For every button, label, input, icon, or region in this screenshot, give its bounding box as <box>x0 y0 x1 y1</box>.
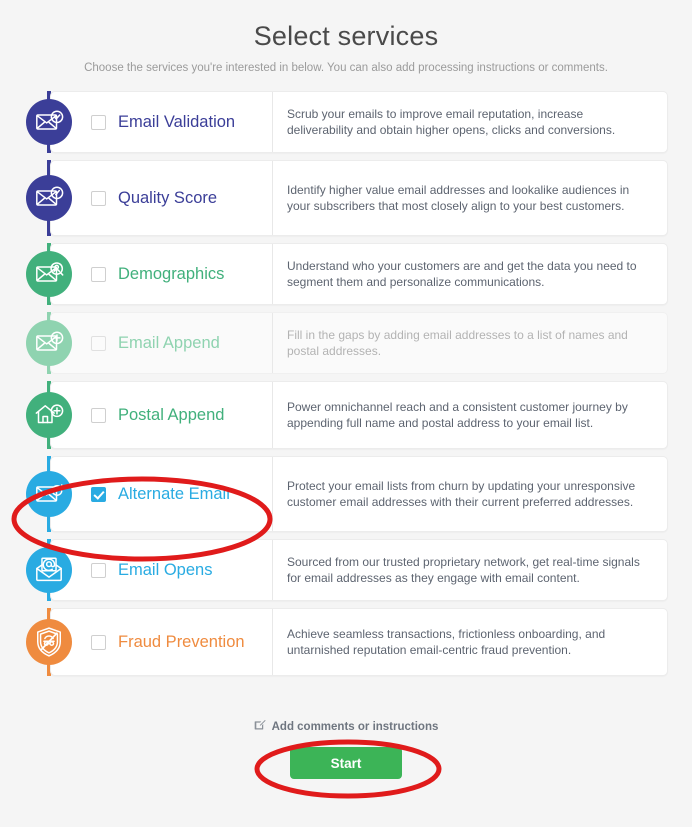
service-label-cell: Postal Append <box>51 382 273 448</box>
service-label-cell: Email Opens <box>51 540 273 600</box>
service-checkbox[interactable] <box>91 266 106 282</box>
service-checkbox[interactable] <box>91 114 106 130</box>
service-row[interactable]: Demographics Understand who your customer… <box>0 243 692 305</box>
service-checkbox[interactable] <box>91 407 106 423</box>
service-label-cell: Email Append <box>51 313 273 373</box>
service-card[interactable]: Fraud Prevention Achieve seamless transac… <box>50 608 668 676</box>
service-checkbox[interactable] <box>91 190 106 206</box>
house-plus-icon <box>26 392 72 438</box>
service-row[interactable]: Fraud Prevention Achieve seamless transac… <box>0 608 692 676</box>
service-name: Quality Score <box>118 188 218 207</box>
service-description: Fill in the gaps by adding email address… <box>287 327 628 359</box>
service-name: Demographics <box>118 264 225 283</box>
service-checkbox[interactable] <box>91 335 106 351</box>
service-description: Understand who your customers are and ge… <box>287 258 637 290</box>
page-subtitle: Choose the services you're interested in… <box>84 62 608 74</box>
service-card[interactable]: Quality Score Identify higher value email… <box>50 160 668 236</box>
service-row[interactable]: Email Opens Sourced from our trusted prop… <box>0 539 692 601</box>
service-row[interactable]: Postal Append Power omnichannel reach and… <box>0 381 692 449</box>
service-description: Sourced from our trusted proprietary net… <box>287 554 640 586</box>
service-card[interactable]: Email Opens Sourced from our trusted prop… <box>50 539 668 601</box>
add-comments-link[interactable]: Add comments or instructions <box>254 719 439 734</box>
open-envelope-at-icon <box>26 547 72 593</box>
select-services-page: Select services Choose the services you'… <box>0 0 692 827</box>
service-card[interactable]: Postal Append Power omnichannel reach and… <box>50 381 668 449</box>
start-button-wrap: Start <box>0 747 692 779</box>
service-description: Scrub your emails to improve email reput… <box>287 106 616 138</box>
service-description: Identify higher value email addresses an… <box>287 182 630 214</box>
service-name: Email Opens <box>118 560 213 579</box>
page-footer: Add comments or instructions Start <box>0 718 692 779</box>
service-label-cell: Fraud Prevention <box>51 609 273 675</box>
service-label-cell: Alternate Email <box>51 457 273 531</box>
service-name: Fraud Prevention <box>118 632 245 651</box>
envelope-person-search-icon <box>26 251 72 297</box>
service-row[interactable]: Email Validation Scrub your emails to imp… <box>0 91 692 153</box>
service-label-cell: Quality Score <box>51 161 273 235</box>
service-description: Power omnichannel reach and a consistent… <box>287 399 628 431</box>
service-description: Protect your email lists from churn by u… <box>287 478 636 510</box>
envelope-gauge-icon <box>26 175 72 221</box>
shield-no-fraud-icon <box>26 619 72 665</box>
services-list: Email Validation Scrub your emails to imp… <box>0 91 692 676</box>
service-name: Alternate Email <box>118 484 230 503</box>
service-checkbox[interactable] <box>91 486 106 502</box>
service-card[interactable]: Email Append Fill in the gaps by adding e… <box>50 312 668 374</box>
page-header: Select services Choose the services you'… <box>0 0 692 76</box>
service-name: Email Append <box>118 333 220 352</box>
page-title: Select services <box>253 21 439 51</box>
service-description: Achieve seamless transactions, frictionl… <box>287 626 606 658</box>
envelope-refresh-icon <box>26 471 72 517</box>
service-row[interactable]: Alternate Email Protect your email lists … <box>0 456 692 532</box>
service-card[interactable]: Demographics Understand who your customer… <box>50 243 668 305</box>
service-card[interactable]: Alternate Email Protect your email lists … <box>50 456 668 532</box>
start-button[interactable]: Start <box>290 747 402 779</box>
service-card[interactable]: Email Validation Scrub your emails to imp… <box>50 91 668 153</box>
envelope-plus-icon <box>26 320 72 366</box>
service-name: Email Validation <box>118 112 236 131</box>
edit-pencil-icon <box>254 719 266 734</box>
service-checkbox[interactable] <box>91 562 106 578</box>
envelope-check-icon <box>26 99 72 145</box>
service-label-cell: Email Validation <box>51 92 273 152</box>
service-label-cell: Demographics <box>51 244 273 304</box>
service-row[interactable]: Quality Score Identify higher value email… <box>0 160 692 236</box>
service-name: Postal Append <box>118 405 225 424</box>
service-checkbox[interactable] <box>91 634 106 650</box>
service-row[interactable]: Email Append Fill in the gaps by adding e… <box>0 312 692 374</box>
add-comments-label: Add comments or instructions <box>271 720 439 733</box>
